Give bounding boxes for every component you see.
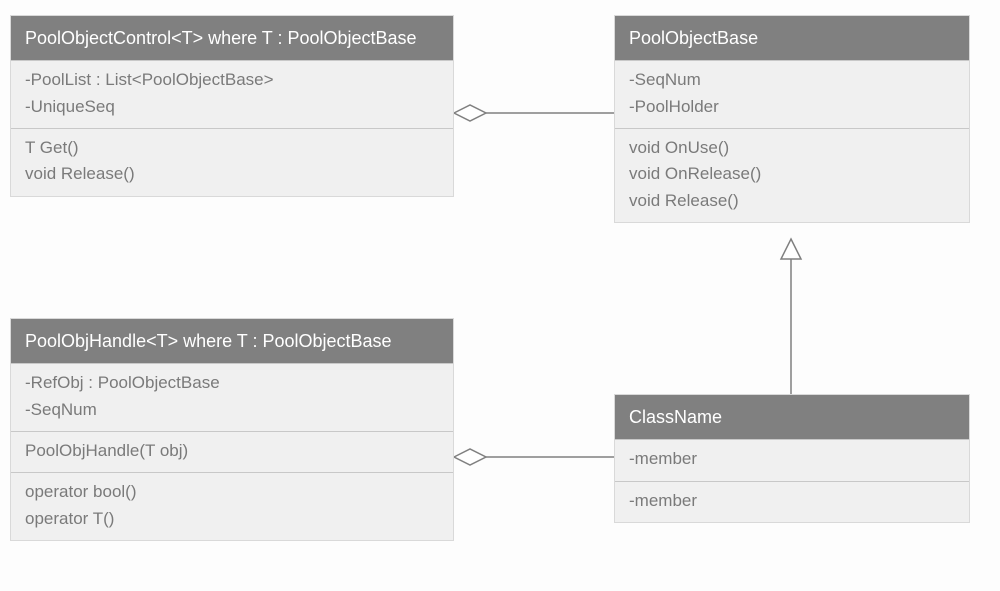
class-title: PoolObjHandle<T> where T : PoolObjectBas… — [11, 319, 453, 363]
class-title: PoolObjectControl<T> where T : PoolObjec… — [11, 16, 453, 60]
attribute: -member — [629, 446, 955, 472]
attribute: -RefObj : PoolObjectBase — [25, 370, 439, 396]
operation: void Release() — [25, 161, 439, 187]
operations-section: T Get() void Release() — [11, 128, 453, 196]
operations-section: void OnUse() void OnRelease() void Relea… — [615, 128, 969, 222]
operation: void OnUse() — [629, 135, 955, 161]
operation: operator bool() — [25, 479, 439, 505]
class-title: PoolObjectBase — [615, 16, 969, 60]
attribute: -SeqNum — [25, 397, 439, 423]
operations-section: operator bool() operator T() — [11, 472, 453, 540]
class-pool-object-control: PoolObjectControl<T> where T : PoolObjec… — [10, 15, 454, 197]
operation: T Get() — [25, 135, 439, 161]
operation: PoolObjHandle(T obj) — [25, 438, 439, 464]
operations-section: -member — [615, 481, 969, 522]
attribute: -UniqueSeq — [25, 94, 439, 120]
operation: operator T() — [25, 506, 439, 532]
attributes-section: -SeqNum -PoolHolder — [615, 60, 969, 128]
attribute: -PoolHolder — [629, 94, 955, 120]
attributes-section: -member — [615, 439, 969, 480]
operation: void Release() — [629, 188, 955, 214]
class-title: ClassName — [615, 395, 969, 439]
generalization-classname-base — [781, 239, 801, 394]
operations-section: PoolObjHandle(T obj) — [11, 431, 453, 472]
class-pool-obj-handle: PoolObjHandle<T> where T : PoolObjectBas… — [10, 318, 454, 541]
operation: -member — [629, 488, 955, 514]
attributes-section: -RefObj : PoolObjectBase -SeqNum — [11, 363, 453, 431]
class-classname: ClassName -member -member — [614, 394, 970, 523]
attribute: -PoolList : List<PoolObjectBase> — [25, 67, 439, 93]
aggregation-control-base — [454, 105, 614, 121]
attributes-section: -PoolList : List<PoolObjectBase> -Unique… — [11, 60, 453, 128]
operation: void OnRelease() — [629, 161, 955, 187]
attribute: -SeqNum — [629, 67, 955, 93]
class-pool-object-base: PoolObjectBase -SeqNum -PoolHolder void … — [614, 15, 970, 223]
aggregation-handle-classname — [454, 449, 614, 465]
